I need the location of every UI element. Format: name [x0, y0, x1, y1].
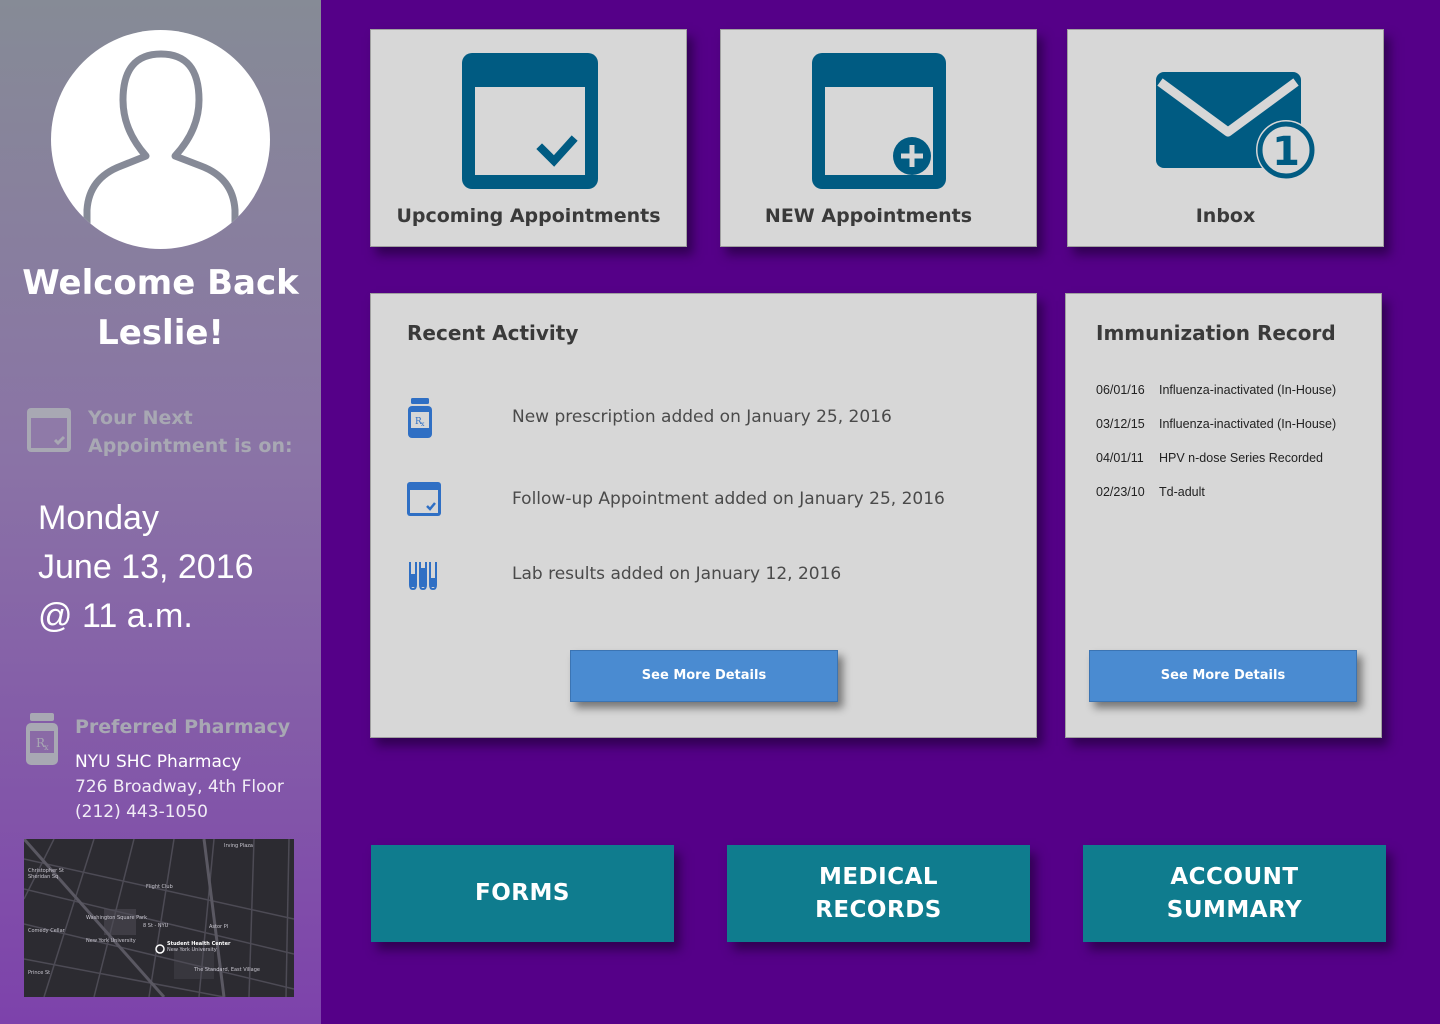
inbox-unread-badge: 1: [1272, 129, 1300, 175]
account-summary-label-line-1: ACCOUNT: [1170, 863, 1299, 890]
welcome-message: Welcome Back Leslie!: [0, 258, 321, 358]
map-label-flight-club: Flight Club: [146, 884, 173, 890]
map-label-8st-nyu: 8 St - NYU: [143, 923, 169, 929]
activity-item-appointment[interactable]: Follow-up Appointment added on January 2…: [407, 482, 1027, 522]
immunization-vaccine: HPV n-dose Series Recorded: [1159, 451, 1323, 465]
immunization-vaccine: Influenza-inactivated (In-House): [1159, 417, 1337, 431]
immunization-see-more-details-button[interactable]: See More Details: [1089, 650, 1357, 702]
forms-button-label: FORMS: [475, 880, 570, 906]
activity-text: New prescription added on January 25, 20…: [512, 407, 892, 427]
map-label-washington-square: Washington Square Park: [86, 915, 147, 921]
next-appointment-time: @ 11 a.m.: [38, 597, 193, 635]
immunization-vaccine: Td-adult: [1159, 485, 1205, 499]
pharmacy-map[interactable]: Christopher St Sheridan Sq Flight Club W…: [24, 839, 294, 997]
sidebar: Welcome Back Leslie! Your Next Appointme…: [0, 0, 321, 1024]
immunization-vaccine: Influenza-inactivated (In-House): [1159, 383, 1337, 397]
preferred-pharmacy-label: Preferred Pharmacy: [75, 716, 291, 738]
pharmacy-phone[interactable]: (212) 443-1050: [75, 802, 208, 822]
immunization-record-title: Immunization Record: [1096, 321, 1336, 345]
calendar-add-icon: [812, 53, 946, 189]
map-label-new-york-university: New York University: [167, 947, 217, 953]
new-appointments-tile[interactable]: NEW Appointments: [720, 29, 1037, 247]
inbox-tile[interactable]: 1 Inbox: [1067, 29, 1384, 247]
activity-text: Follow-up Appointment added on January 2…: [512, 489, 945, 509]
activity-item-prescription[interactable]: R x New prescription added on January 25…: [407, 398, 1027, 438]
prescription-bottle-icon: R x: [26, 713, 58, 765]
next-appointment-label-line-2: Appointment is on:: [88, 435, 293, 457]
pharmacy-name[interactable]: NYU SHC Pharmacy: [75, 752, 241, 772]
map-label-sheridan: Sheridan Sq: [28, 874, 58, 880]
inbox-label: Inbox: [1195, 205, 1256, 227]
next-appointment-datetime: Monday June 13, 2016 @ 11 a.m.: [38, 494, 318, 641]
map-label-prince-st: Prince St: [28, 970, 50, 976]
immunization-date: 03/12/15: [1096, 417, 1145, 431]
avatar[interactable]: [51, 30, 270, 249]
recent-activity-card: Recent Activity R x New prescription add…: [370, 293, 1037, 738]
map-label-nyu: New York University: [86, 938, 136, 944]
recent-activity-title: Recent Activity: [407, 321, 579, 345]
forms-button[interactable]: FORMS: [371, 845, 674, 942]
map-streets: Christopher St Sheridan Sq Flight Club W…: [24, 839, 294, 997]
immunization-date: 04/01/11: [1096, 451, 1144, 465]
medical-records-label-line-2: RECORDS: [815, 896, 942, 923]
medical-records-label-line-1: MEDICAL: [818, 863, 939, 890]
activity-item-lab-results[interactable]: Lab results added on January 12, 2016: [407, 560, 1027, 600]
medical-records-button[interactable]: MEDICAL RECORDS: [727, 845, 1030, 942]
welcome-line-1: Welcome Back: [22, 263, 299, 303]
immunization-date: 06/01/16: [1096, 383, 1145, 397]
account-summary-label-line-2: SUMMARY: [1166, 896, 1303, 923]
user-silhouette-icon: [83, 50, 239, 249]
immunization-record-card: Immunization Record 06/01/16 Influenza-i…: [1065, 293, 1382, 738]
calendar-check-icon: [27, 408, 71, 452]
upcoming-appointments-tile[interactable]: Upcoming Appointments: [370, 29, 687, 247]
calendar-icon: [407, 482, 441, 516]
calendar-check-icon: [462, 53, 598, 189]
next-appointment-label-line-1: Your Next: [88, 407, 193, 429]
svg-text:x: x: [44, 743, 49, 752]
recent-see-more-details-button[interactable]: See More Details: [570, 650, 838, 702]
test-tubes-icon: [409, 562, 437, 590]
new-appointments-label: NEW Appointments: [764, 205, 973, 227]
map-label-the-standard: The Standard, East Village: [193, 967, 260, 973]
next-appointment-label: Your Next Appointment is on:: [88, 404, 313, 460]
pharmacy-address: 726 Broadway, 4th Floor: [75, 777, 284, 797]
immunization-date: 02/23/10: [1096, 485, 1145, 499]
activity-text: Lab results added on January 12, 2016: [512, 564, 842, 584]
prescription-bottle-icon: R x: [408, 398, 432, 438]
map-label-irving-plaza: Irving Plaza: [224, 843, 253, 849]
envelope-icon: 1: [1156, 72, 1316, 180]
upcoming-appointments-label: Upcoming Appointments: [396, 205, 661, 227]
welcome-user-name: Leslie!: [97, 313, 224, 353]
account-summary-button[interactable]: ACCOUNT SUMMARY: [1083, 845, 1386, 942]
next-appointment-day: Monday: [38, 499, 159, 537]
map-label-astor-pl: Astor Pl: [209, 924, 228, 930]
next-appointment-date: June 13, 2016: [38, 548, 254, 586]
map-label-comedy-cellar: Comedy Cellar: [28, 928, 66, 934]
